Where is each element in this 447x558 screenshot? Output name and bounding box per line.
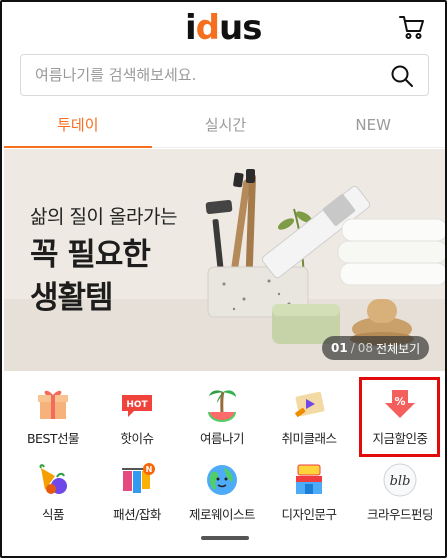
category-food[interactable]: 식품 bbox=[10, 462, 96, 526]
tab-today[interactable]: 투데이 bbox=[4, 102, 152, 148]
pager-view-all[interactable]: 전체보기 bbox=[376, 340, 420, 357]
food-icon bbox=[39, 464, 67, 494]
pager-separator: / bbox=[350, 341, 355, 355]
logo-part-us: us bbox=[219, 8, 262, 48]
banner-title: 꼭 필요한 생활템 bbox=[30, 237, 151, 316]
logo-part-d: d bbox=[195, 8, 220, 48]
gift-icon bbox=[38, 390, 68, 419]
svg-text:blb: blb bbox=[390, 474, 411, 489]
logo-part-i: i bbox=[185, 8, 197, 48]
cart-icon[interactable] bbox=[398, 13, 426, 41]
category-best-gift[interactable]: BEST선물 bbox=[10, 386, 96, 450]
category-hobby-class[interactable]: 취미클래스 bbox=[266, 386, 352, 450]
video-class-icon bbox=[295, 391, 325, 417]
hot-badge-icon: HOT bbox=[122, 395, 152, 417]
category-label: 여름나기 bbox=[199, 431, 245, 446]
promo-banner[interactable]: 삶의 질이 올라가는 꼭 필요한 생활템 01 / 08 전체보기 bbox=[4, 149, 445, 371]
app-frame: idus 투데이 실시간 NEW bbox=[0, 0, 447, 558]
category-scrollbar[interactable] bbox=[201, 536, 249, 540]
tab-realtime[interactable]: 실시간 bbox=[152, 102, 300, 147]
category-label: 취미클래스 bbox=[281, 431, 337, 446]
search-bar[interactable] bbox=[20, 54, 429, 96]
category-label: 패션/잡화 bbox=[113, 507, 161, 522]
stationery-shop-icon bbox=[296, 464, 322, 494]
svg-text:HOT: HOT bbox=[126, 400, 148, 410]
earth-icon bbox=[207, 465, 237, 495]
category-design-stationery[interactable]: 디자인문구 bbox=[266, 462, 352, 526]
category-label: 크라우드펀딩 bbox=[366, 507, 434, 522]
category-fashion[interactable]: N 패션/잡화 bbox=[94, 462, 180, 526]
category-summer[interactable]: 여름나기 bbox=[179, 386, 265, 450]
svg-text:N: N bbox=[146, 465, 153, 474]
highlight-box bbox=[359, 377, 440, 457]
category-label: 제로웨이스트 bbox=[188, 507, 256, 522]
fashion-rack-icon: N bbox=[122, 463, 155, 493]
banner-subtitle: 삶의 질이 올라가는 bbox=[30, 206, 177, 228]
funding-icon: blb bbox=[383, 463, 417, 497]
category-label: BEST선물 bbox=[26, 431, 80, 446]
category-label: 식품 bbox=[41, 507, 65, 522]
search-icon[interactable] bbox=[390, 64, 414, 88]
category-crowdfunding[interactable]: blb 크라우드펀딩 bbox=[357, 462, 443, 526]
category-label: 핫이슈 bbox=[120, 431, 154, 446]
category-label: 디자인문구 bbox=[281, 507, 337, 522]
main-tabs: 투데이 실시간 NEW bbox=[4, 102, 445, 148]
banner-pager[interactable]: 01 / 08 전체보기 bbox=[322, 336, 430, 360]
tab-new[interactable]: NEW bbox=[299, 102, 445, 147]
watermelon-palm-icon bbox=[208, 390, 236, 422]
pager-current: 01 bbox=[331, 341, 348, 355]
search-input[interactable] bbox=[35, 66, 375, 84]
category-hot-issue[interactable]: HOT 핫이슈 bbox=[94, 386, 180, 450]
category-zero-waste[interactable]: 제로웨이스트 bbox=[179, 462, 265, 526]
idus-logo[interactable]: i d us bbox=[185, 8, 262, 48]
pager-total: 08 bbox=[357, 341, 374, 355]
